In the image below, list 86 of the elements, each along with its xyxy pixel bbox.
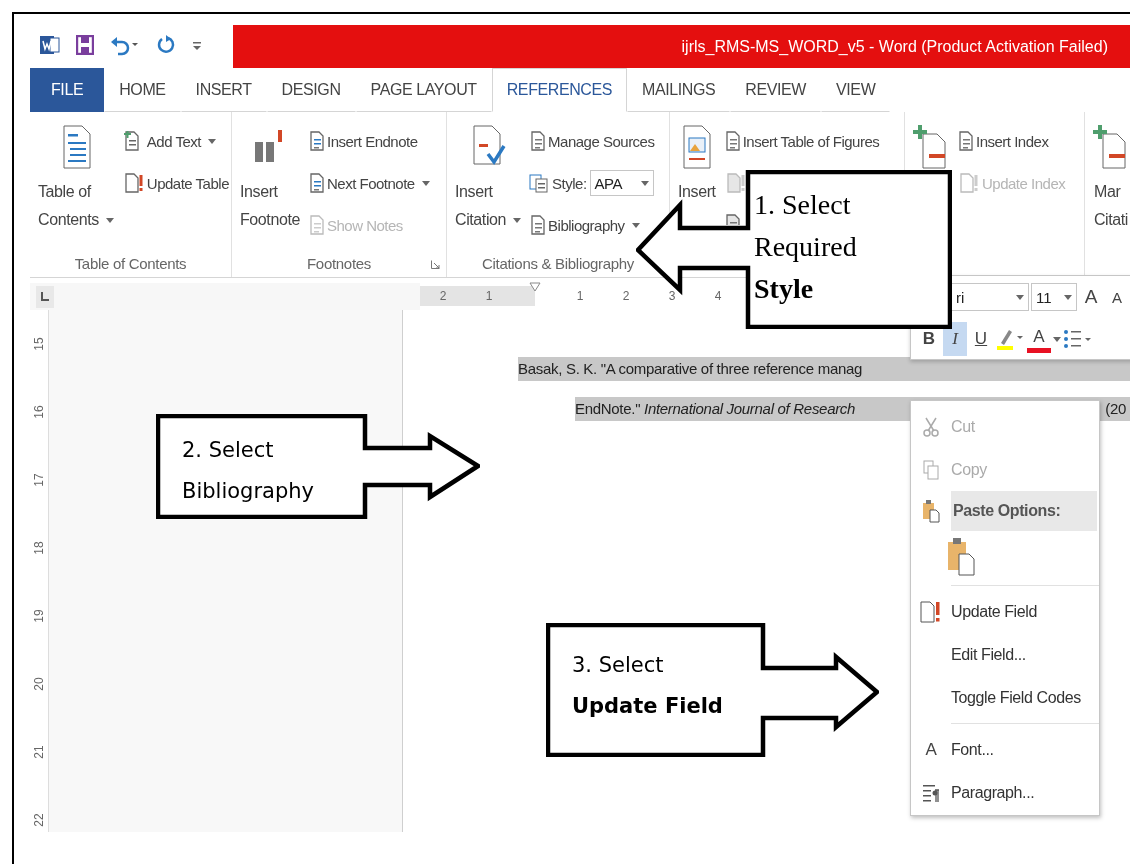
- ribbon-button[interactable]: Update Table: [121, 164, 231, 202]
- ribbon-button[interactable]: Insert Endnote: [307, 122, 420, 160]
- menu-item[interactable]: Update Field: [911, 590, 1099, 633]
- document-icon: [531, 131, 546, 151]
- ribbon-button[interactable]: Mar Citati: [1089, 122, 1130, 250]
- font-color-button[interactable]: A: [1027, 325, 1051, 353]
- group-label: Table of Contents: [74, 255, 187, 272]
- document-icon: [309, 131, 324, 151]
- ruler-number: 1: [575, 288, 585, 305]
- window-title: ijrls_RMS-MS_WORD_v5 - Word (Product Activation Failed): [681, 37, 1108, 56]
- left-tab-icon: [41, 292, 49, 301]
- font-size-button[interactable]: A: [1105, 280, 1129, 314]
- style-dropdown[interactable]: APA: [589, 170, 654, 196]
- citation-text: (20: [1105, 399, 1127, 419]
- document-icon: [959, 131, 973, 151]
- citation-text: EndNote." International Journal of Research: [575, 399, 856, 419]
- menu-item[interactable]: A Font...: [911, 728, 1099, 771]
- ribbon-button[interactable]: Next Footnote: [307, 164, 432, 202]
- dialog-launcher-icon[interactable]: [431, 260, 440, 269]
- document-alert-icon: [123, 173, 144, 193]
- ruler-number: 18: [32, 541, 46, 555]
- callout-tooltip-text: 2. Select Bibliography: [182, 437, 314, 505]
- ruler-number: 3: [667, 288, 677, 305]
- clipboard-icon[interactable]: [947, 536, 975, 576]
- ribbon-tab[interactable]: REFERENCES: [491, 68, 628, 112]
- ruler-number: 2: [438, 288, 448, 305]
- menu-item[interactable]: Edit Field...: [911, 633, 1099, 676]
- caret-icon: [1016, 294, 1024, 300]
- ruler-number: 21: [32, 745, 46, 759]
- format-button[interactable]: B: [917, 322, 941, 356]
- format-button[interactable]: U: [969, 322, 993, 356]
- ruler-number: 19: [32, 609, 46, 623]
- menu-item[interactable]: Paragraph...: [911, 771, 1099, 814]
- plus-minus-icon: [913, 124, 949, 170]
- style-icon: [529, 173, 550, 193]
- group-label: Citations & Bibliography: [481, 255, 635, 272]
- indent-marker-icon[interactable]: [529, 282, 541, 292]
- copy-icon: [923, 459, 939, 480]
- clipboard-icon: [922, 499, 940, 523]
- document-icon: [725, 214, 740, 225]
- scissors-icon: [923, 416, 939, 437]
- ruler-number: 17: [32, 473, 46, 487]
- ruler-number: 22: [32, 813, 46, 827]
- caret-icon[interactable]: [1053, 336, 1061, 342]
- ribbon-button[interactable]: Table of Contents: [34, 122, 118, 250]
- style-label: Style:: [552, 174, 587, 192]
- ruler-number: 16: [32, 405, 46, 419]
- document-icon: [309, 215, 324, 235]
- document-icon: [725, 131, 740, 151]
- bullet-list-icon[interactable]: [1063, 328, 1093, 350]
- format-button[interactable]: I: [943, 322, 967, 356]
- word-logo-icon: [40, 34, 60, 56]
- redo-icon[interactable]: [156, 34, 176, 56]
- document-alert-icon: [725, 173, 746, 193]
- ribbon-button[interactable]: Insert Table of Figures: [723, 122, 882, 160]
- ruler-number: 4: [713, 288, 723, 305]
- ribbon-button[interactable]: Insert Index: [957, 122, 1051, 160]
- ribbon-button[interactable]: Add Text: [121, 122, 218, 160]
- caret-icon: [640, 180, 649, 186]
- document-icon: [531, 215, 546, 235]
- ribbon-button[interactable]: Insert Footnote: [236, 122, 304, 250]
- save-icon[interactable]: [76, 35, 94, 55]
- document-alert-icon: [959, 173, 979, 193]
- citation-text: Basak, S. K. "A comparative of three reference manag: [518, 360, 863, 377]
- ribbon-tab[interactable]: FILE: [30, 68, 105, 112]
- caret-icon: [1064, 294, 1072, 300]
- ruler-number: 1: [484, 288, 494, 305]
- callout-tooltip-text: 1. Select Required Style: [754, 188, 857, 306]
- group-label: Footnotes: [307, 255, 371, 272]
- ribbon-button[interactable]: Manage Sources: [529, 122, 657, 160]
- menu-item[interactable]: Toggle Field Codes: [911, 676, 1099, 719]
- document-alert-icon: [920, 599, 942, 624]
- font-icon: A: [925, 739, 937, 760]
- ruler-number: 2: [621, 288, 631, 305]
- tab-selector[interactable]: [36, 285, 54, 308]
- highlighter-icon[interactable]: [995, 327, 1025, 351]
- ruler-number: 20: [32, 677, 46, 691]
- document-icon: [309, 173, 324, 193]
- font-size-field[interactable]: 11: [1031, 283, 1077, 311]
- paragraph-icon: [922, 782, 940, 803]
- callout-tooltip-text: 3. Select Update Field: [572, 652, 723, 720]
- font-size-button[interactable]: A: [1079, 280, 1103, 314]
- ribbon-button[interactable]: Insert Citation: [451, 122, 526, 250]
- ribbon-button[interactable]: Bibliography: [529, 206, 642, 244]
- undo-icon[interactable]: [110, 34, 140, 56]
- ruler-number: 15: [32, 337, 46, 351]
